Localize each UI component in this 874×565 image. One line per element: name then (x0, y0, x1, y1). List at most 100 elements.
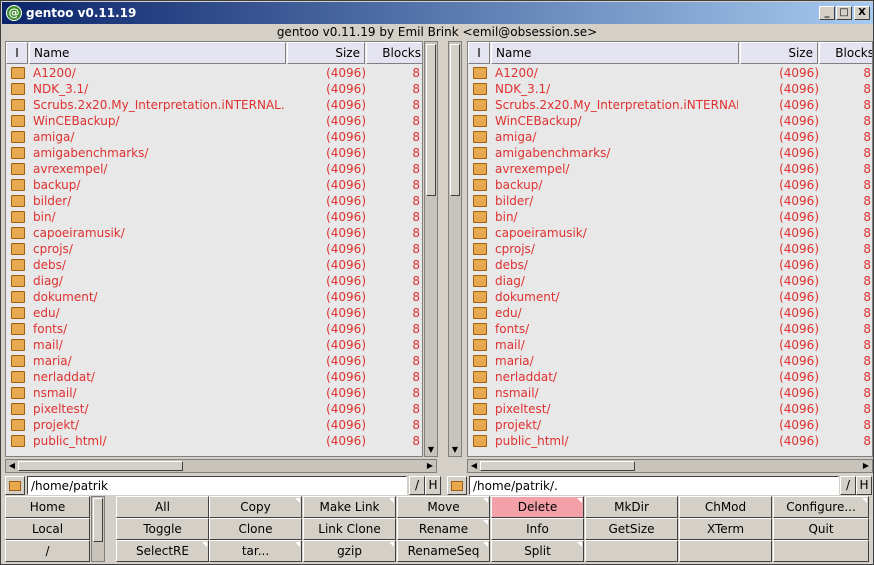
file-row[interactable]: capoeiramusik/ (4096) 8 (468, 225, 872, 241)
file-row[interactable]: A1200/ (4096) 8 (468, 65, 872, 81)
file-row[interactable]: amiga/ (4096) 8 (6, 129, 422, 145)
history-button[interactable]: H (856, 476, 872, 495)
file-row[interactable]: WinCEBackup/ (4096) 8 (6, 113, 422, 129)
file-row[interactable]: bilder/ (4096) 8 (468, 193, 872, 209)
file-row[interactable]: nerladdat/ (4096) 8 (468, 369, 872, 385)
parent-dir-button[interactable]: / (840, 476, 856, 495)
file-row[interactable]: mail/ (4096) 8 (468, 337, 872, 353)
file-row[interactable]: diag/ (4096) 8 (468, 273, 872, 289)
root-button[interactable]: / (5, 540, 90, 562)
file-row[interactable]: public_html/ (4096) 8 (6, 433, 422, 449)
file-row[interactable]: NDK_3.1/ (4096) 8 (468, 81, 872, 97)
file-row[interactable]: capoeiramusik/ (4096) 8 (6, 225, 422, 241)
column-size-header[interactable]: Size (287, 42, 365, 64)
file-row[interactable]: A1200/ (4096) 8 (6, 65, 422, 81)
renameseq-button[interactable]: RenameSeq (397, 540, 490, 562)
file-row[interactable]: amigabenchmarks/ (4096) 8 (468, 145, 872, 161)
scroll-right-icon[interactable]: ▶ (424, 460, 436, 472)
file-row[interactable]: dokument/ (4096) 8 (6, 289, 422, 305)
right-path-input[interactable] (469, 476, 839, 495)
file-row[interactable]: amiga/ (4096) 8 (468, 129, 872, 145)
file-row[interactable]: backup/ (4096) 8 (6, 177, 422, 193)
file-row[interactable]: edu/ (4096) 8 (468, 305, 872, 321)
file-row[interactable]: nsmail/ (4096) 8 (468, 385, 872, 401)
file-row[interactable]: pixeltest/ (4096) 8 (6, 401, 422, 417)
delete-button[interactable]: Delete (491, 496, 584, 518)
local-button[interactable]: Local (5, 518, 90, 540)
info-button[interactable]: Info (491, 518, 584, 540)
file-row[interactable]: bilder/ (4096) 8 (6, 193, 422, 209)
file-row[interactable]: fonts/ (4096) 8 (6, 321, 422, 337)
file-row[interactable]: diag/ (4096) 8 (6, 273, 422, 289)
column-type-header[interactable]: I (6, 42, 28, 64)
scroll-thumb[interactable] (426, 44, 436, 196)
scroll-right-icon[interactable]: ▶ (860, 460, 872, 472)
home-button[interactable]: Home (5, 496, 90, 518)
folder-icon[interactable] (447, 476, 467, 495)
left-vertical-scrollbar[interactable]: ▼ (424, 41, 438, 457)
chmod-button[interactable]: ChMod (679, 496, 772, 518)
getsize-button[interactable]: GetSize (585, 518, 678, 540)
file-row[interactable]: nsmail/ (4096) 8 (6, 385, 422, 401)
all-button[interactable]: All (116, 496, 209, 518)
make-link-button[interactable]: Make Link (303, 496, 396, 518)
copy-button[interactable]: Copy (209, 496, 302, 518)
file-row[interactable]: cprojs/ (4096) 8 (6, 241, 422, 257)
file-row[interactable]: projekt/ (4096) 8 (6, 417, 422, 433)
file-row[interactable]: bin/ (4096) 8 (6, 209, 422, 225)
mkdir-button[interactable]: MkDir (585, 496, 678, 518)
scroll-left-icon[interactable]: ◀ (6, 460, 18, 472)
empty-button[interactable] (585, 540, 678, 562)
right-vertical-scrollbar[interactable]: ▼ (448, 41, 462, 457)
close-button[interactable]: X (854, 6, 870, 20)
scroll-thumb[interactable] (450, 44, 460, 196)
xterm-button[interactable]: XTerm (679, 518, 772, 540)
rename-button[interactable]: Rename (397, 518, 490, 540)
file-row[interactable]: nerladdat/ (4096) 8 (6, 369, 422, 385)
file-row[interactable]: edu/ (4096) 8 (6, 305, 422, 321)
tar-button[interactable]: tar... (209, 540, 302, 562)
scroll-down-icon[interactable]: ▼ (426, 445, 436, 455)
column-name-header[interactable]: Name (491, 42, 739, 64)
file-row[interactable]: amigabenchmarks/ (4096) 8 (6, 145, 422, 161)
toggle-button[interactable]: Toggle (116, 518, 209, 540)
column-blocks-header[interactable]: Blocks (366, 42, 422, 64)
file-row[interactable]: avrexempel/ (4096) 8 (6, 161, 422, 177)
folder-icon[interactable] (5, 476, 25, 495)
split-button[interactable]: Split (491, 540, 584, 562)
right-file-pane[interactable]: I Name Size Blocks A1200/(4096) 8 NDK_3.1/… (467, 41, 873, 457)
button-panel-scrollbar[interactable] (91, 496, 105, 562)
history-button[interactable]: H (425, 476, 441, 495)
file-row[interactable]: WinCEBackup/ (4096) 8 (468, 113, 872, 129)
file-row[interactable]: debs/ (4096) 8 (6, 257, 422, 273)
maximize-button[interactable]: □ (836, 6, 852, 20)
selectre-button[interactable]: SelectRE (116, 540, 209, 562)
left-path-input[interactable] (27, 476, 407, 495)
quit-button[interactable]: Quit (773, 518, 869, 540)
title-bar[interactable]: @ gentoo v0.11.19 _ □ X (2, 2, 873, 24)
column-type-header[interactable]: I (468, 42, 490, 64)
scroll-down-icon[interactable]: ▼ (450, 445, 460, 455)
minimize-button[interactable]: _ (819, 6, 835, 20)
file-row[interactable]: Scrubs.2x20.My_Interpretation.iNTERNAL.P… (6, 97, 422, 113)
file-row[interactable]: projekt/ (4096) 8 (468, 417, 872, 433)
link-clone-button[interactable]: Link Clone (303, 518, 396, 540)
scroll-left-icon[interactable]: ◀ (468, 460, 480, 472)
file-row[interactable]: maria/ (4096) 8 (6, 353, 422, 369)
file-row[interactable]: mail/ (4096) 8 (6, 337, 422, 353)
left-file-pane[interactable]: I Name Size Blocks A1200/(4096) 8 NDK_3.1/… (5, 41, 423, 457)
left-horizontal-scrollbar[interactable]: ◀ ▶ (5, 459, 437, 473)
parent-dir-button[interactable]: / (409, 476, 425, 495)
clone-button[interactable]: Clone (209, 518, 302, 540)
column-blocks-header[interactable]: Blocks (819, 42, 872, 64)
right-horizontal-scrollbar[interactable]: ◀ ▶ (467, 459, 873, 473)
file-row[interactable]: avrexempel/ (4096) 8 (468, 161, 872, 177)
file-row[interactable]: cprojs/ (4096) 8 (468, 241, 872, 257)
scroll-thumb[interactable] (480, 461, 635, 471)
file-row[interactable]: backup/ (4096) 8 (468, 177, 872, 193)
column-name-header[interactable]: Name (29, 42, 286, 64)
empty-button[interactable] (679, 540, 772, 562)
gzip-button[interactable]: gzip (303, 540, 396, 562)
configure-button[interactable]: Configure... (773, 496, 869, 518)
file-row[interactable]: dokument/ (4096) 8 (468, 289, 872, 305)
